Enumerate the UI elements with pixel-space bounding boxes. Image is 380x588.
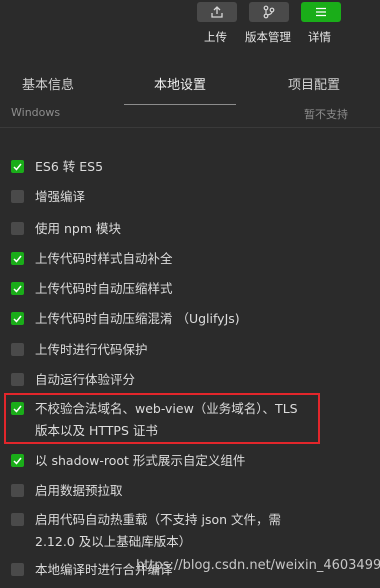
upload-label: 上传: [204, 30, 227, 44]
option-label: 上传代码时自动压缩混淆 （UglifyJs): [35, 311, 240, 326]
upload-icon: [211, 6, 223, 18]
option-data-prefetch[interactable]: 启用数据预拉取: [11, 480, 123, 502]
option-minify-style[interactable]: 上传代码时自动压缩样式: [11, 278, 173, 300]
checkbox-unchecked[interactable]: [11, 190, 24, 203]
checkbox-unchecked[interactable]: [11, 373, 24, 386]
option-label: ES6 转 ES5: [35, 159, 104, 174]
option-label: 上传代码时自动压缩样式: [35, 281, 173, 296]
settings-tabs: 基本信息 本地设置 项目配置: [0, 62, 380, 106]
active-tab-indicator: [124, 104, 236, 105]
option-hot-reload[interactable]: 启用代码自动热重载（不支持 json 文件，需 2.12.0 及以上基础库版本）: [11, 509, 281, 553]
option-label: 启用数据预拉取: [35, 483, 123, 498]
branch-icon: [263, 5, 275, 19]
option-auto-audit[interactable]: 自动运行体验评分: [11, 369, 135, 391]
option-label: 以 shadow-root 形式展示自定义组件: [35, 453, 246, 468]
watermark: https://blog.csdn.net/weixin_46034990: [136, 558, 380, 573]
details-button[interactable]: [301, 2, 341, 22]
upload-button[interactable]: [197, 2, 237, 22]
checkbox-checked[interactable]: [11, 282, 24, 295]
platform-status: 暂不支持: [304, 108, 348, 121]
check-icon: [13, 457, 22, 465]
highlight-box: [4, 393, 320, 444]
option-label: 增强编译: [35, 189, 86, 204]
menu-icon: [316, 7, 326, 17]
tab-project-config[interactable]: 项目配置: [288, 74, 340, 93]
option-label: 上传时进行代码保护: [35, 342, 148, 357]
option-code-protection[interactable]: 上传时进行代码保护: [11, 339, 148, 361]
option-label: 自动运行体验评分: [35, 372, 136, 387]
check-icon: [13, 163, 22, 171]
checkbox-checked[interactable]: [11, 160, 24, 173]
check-icon: [13, 255, 22, 263]
option-label: 使用 npm 模块: [35, 221, 121, 236]
check-icon: [13, 285, 22, 293]
option-enhanced-compile[interactable]: 增强编译: [11, 186, 85, 208]
option-label-line2: 2.12.0 及以上基础库版本）: [35, 534, 192, 549]
option-uglify[interactable]: 上传代码时自动压缩混淆 （UglifyJs): [11, 308, 240, 330]
top-toolbar: 上传 版本管理 详情: [0, 0, 380, 50]
details-label: 详情: [308, 30, 331, 44]
tab-basic-info[interactable]: 基本信息: [22, 74, 74, 93]
checkbox-unchecked[interactable]: [11, 563, 24, 576]
checkbox-unchecked[interactable]: [11, 222, 24, 235]
checkbox-checked[interactable]: [11, 312, 24, 325]
option-label: 启用代码自动热重载（不支持 json 文件，需 2.12.0 及以上基础库版本）: [35, 509, 281, 553]
check-icon: [13, 315, 22, 323]
checkbox-checked[interactable]: [11, 252, 24, 265]
platform-name: Windows: [11, 106, 61, 119]
option-use-npm[interactable]: 使用 npm 模块: [11, 218, 121, 240]
version-management-button[interactable]: [249, 2, 289, 22]
checkbox-unchecked[interactable]: [11, 513, 24, 526]
checkbox-unchecked[interactable]: [11, 484, 24, 497]
checkbox-unchecked[interactable]: [11, 343, 24, 356]
option-style-autoprefix[interactable]: 上传代码时样式自动补全: [11, 248, 173, 270]
divider: [0, 127, 380, 128]
checkbox-checked[interactable]: [11, 454, 24, 467]
tab-local-settings[interactable]: 本地设置: [154, 74, 206, 93]
option-es6-to-es5[interactable]: ES6 转 ES5: [11, 156, 103, 178]
version-management-label: 版本管理: [245, 30, 291, 44]
option-label: 上传代码时样式自动补全: [35, 251, 173, 266]
option-shadow-root[interactable]: 以 shadow-root 形式展示自定义组件: [11, 450, 245, 472]
option-label-line1: 启用代码自动热重载（不支持 json 文件，需: [35, 512, 282, 527]
